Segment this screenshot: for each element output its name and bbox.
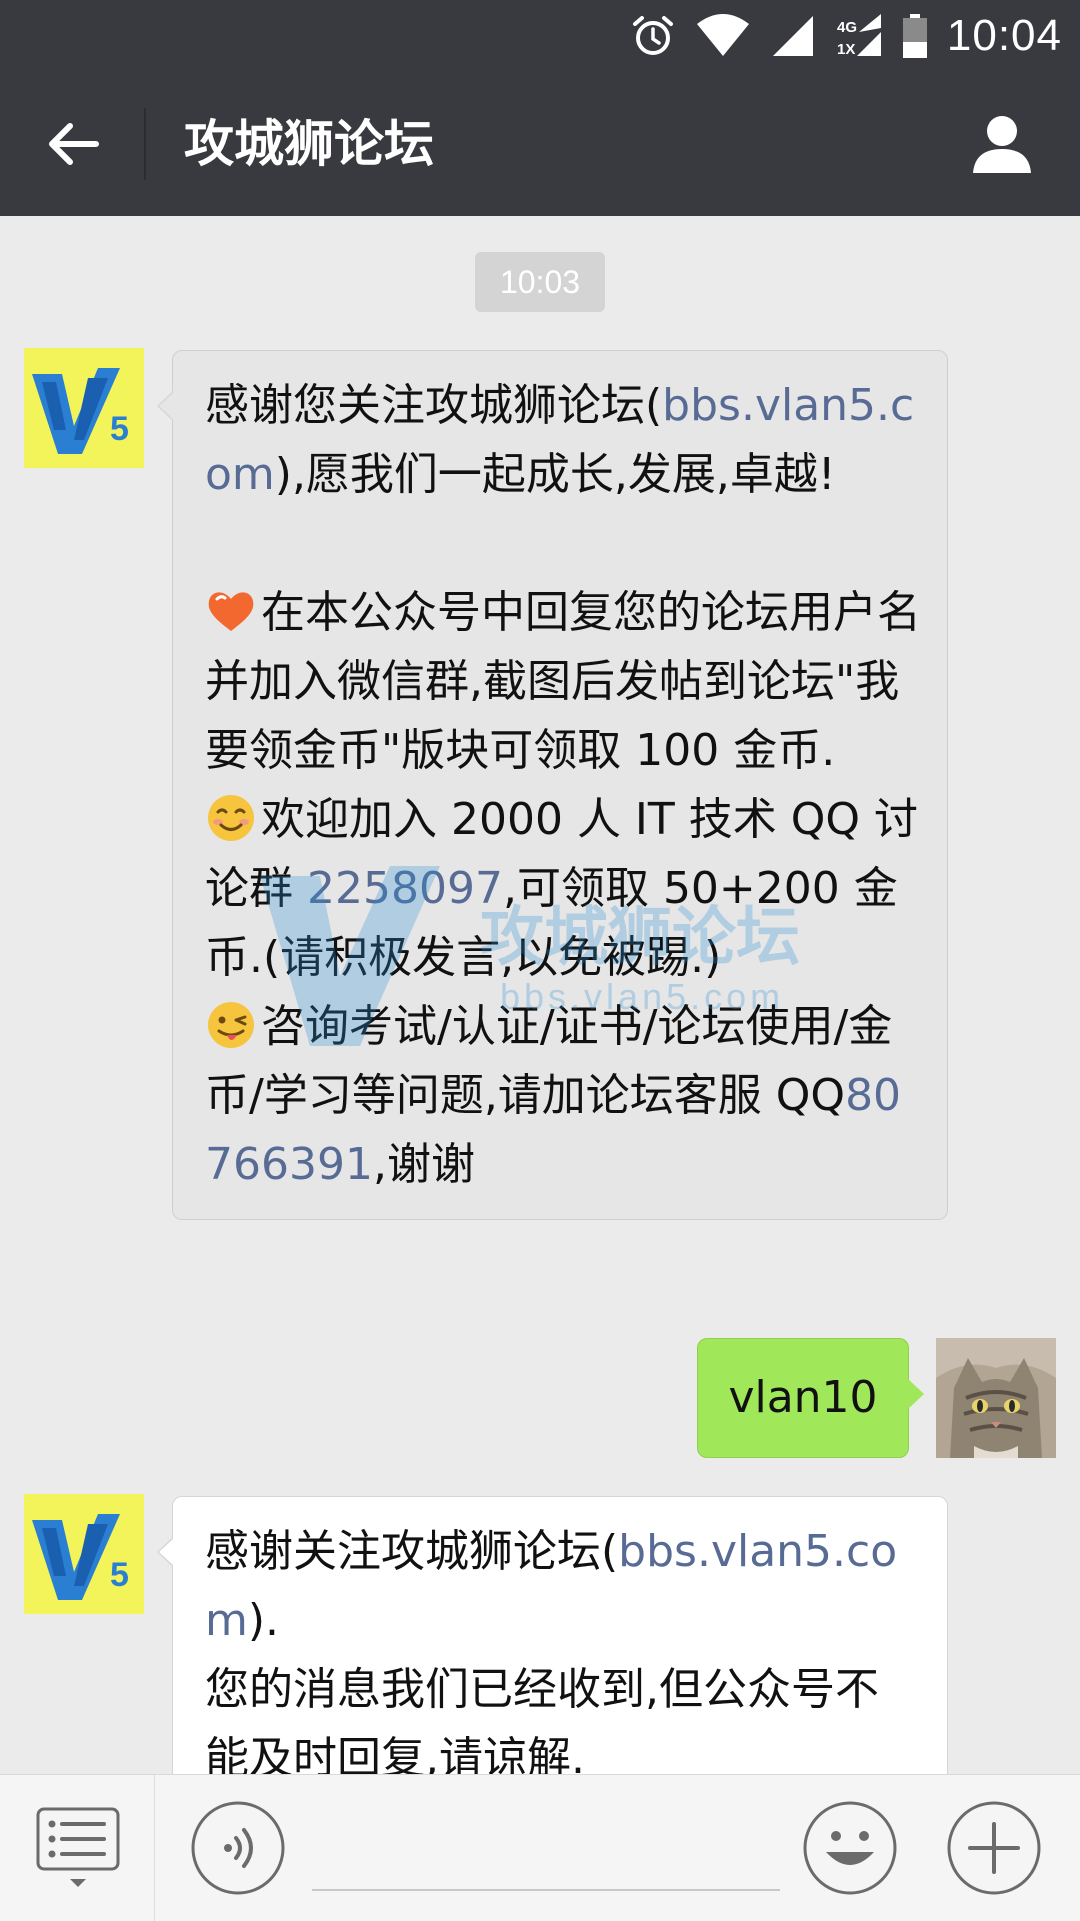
wifi-icon xyxy=(696,14,749,56)
person-icon xyxy=(973,116,1031,173)
v5-logo-icon: 5 xyxy=(24,348,144,468)
bottom-input-bar xyxy=(0,1774,1080,1921)
more-button[interactable] xyxy=(946,1800,1042,1896)
cat-avatar-icon xyxy=(936,1338,1056,1458)
message-input[interactable] xyxy=(312,1815,784,1887)
message-text: ),愿我们一起成长,发展,卓越! xyxy=(274,449,836,500)
svg-text:5: 5 xyxy=(110,410,129,448)
smiley-blush-icon xyxy=(208,795,254,841)
input-underline xyxy=(312,1889,780,1891)
status-bar: 4G 1X 10:04 xyxy=(0,0,1080,72)
network-bottom-label: 1X xyxy=(837,41,855,58)
message-bubble[interactable]: 感谢您关注攻城狮论坛(bbs.vlan5.com),愿我们一起成长,发展,卓越!… xyxy=(157,350,948,1220)
message-paragraph: 欢迎加入 2000 人 IT 技术 QQ 讨论群 2258097,可领取 50+… xyxy=(205,785,921,992)
message-paragraph: 在本公众号中回复您的论坛用户名并加入微信群,截图后发帖到论坛"我要领金币"版块可… xyxy=(205,578,921,785)
profile-button[interactable] xyxy=(964,106,1040,182)
message-paragraph: 咨询考试/认证/证书/论坛使用/金币/学习等问题,请加论坛客服 QQ807663… xyxy=(205,992,921,1199)
back-arrow-icon xyxy=(49,123,99,165)
bottom-divider xyxy=(154,1775,155,1921)
message-text: 感谢关注攻城狮论坛( xyxy=(205,1526,619,1577)
menu-list-icon xyxy=(36,1807,120,1887)
plus-icon xyxy=(947,1801,1041,1895)
heart-icon xyxy=(208,592,254,631)
smiley-icon xyxy=(803,1801,897,1895)
emoji-button[interactable] xyxy=(802,1800,898,1896)
voice-icon xyxy=(191,1801,285,1895)
message-text: 在本公众号中回复您的论坛用户名并加入微信群,截图后发帖到论坛"我要领金币"版块可… xyxy=(205,587,921,776)
page-title: 攻城狮论坛 xyxy=(184,115,434,173)
network-top-label: 4G xyxy=(837,19,857,36)
voice-button[interactable] xyxy=(190,1800,286,1896)
message-text: vlan10 xyxy=(728,1372,878,1423)
back-button[interactable] xyxy=(30,106,114,182)
message-text: 感谢您关注攻城狮论坛( xyxy=(205,380,663,431)
message-text: ). xyxy=(247,1595,280,1646)
message-paragraph: 感谢关注攻城狮论坛(bbs.vlan5.com). xyxy=(205,1517,921,1655)
outgoing-message-bubble[interactable]: vlan10 xyxy=(697,1338,924,1458)
sender-avatar[interactable]: 5 xyxy=(24,1494,144,1614)
status-icons: 4G 1X 10:04 xyxy=(629,8,1062,64)
message-bubble[interactable]: 感谢关注攻城狮论坛(bbs.vlan5.com). 您的消息我们已经收到,但公众… xyxy=(157,1496,948,1774)
message-text: 咨询考试/认证/证书/论坛使用/金币/学习等问题,请加论坛客服 QQ xyxy=(205,1001,893,1121)
my-avatar[interactable] xyxy=(936,1338,1056,1458)
message-text: ,谢谢 xyxy=(372,1139,475,1190)
message-paragraph: 感谢您关注攻城狮论坛(bbs.vlan5.com),愿我们一起成长,发展,卓越! xyxy=(205,371,921,509)
title-bar: 攻城狮论坛 xyxy=(0,72,1080,216)
chat-area[interactable]: 10:03 5 感谢您关注攻城狮论坛(bbs.vlan5.com),愿我们一起成… xyxy=(0,216,1080,1774)
signal-icon xyxy=(772,16,813,56)
message-link[interactable]: 2258097 xyxy=(307,863,503,914)
message-paragraph: 您的消息我们已经收到,但公众号不能及时回复,请谅解. xyxy=(205,1664,879,1774)
smiley-wink-tongue-icon xyxy=(208,1002,254,1048)
network-type-icon: 4G 1X xyxy=(837,14,881,58)
sender-avatar[interactable]: 5 xyxy=(24,348,144,468)
status-time: 10:04 xyxy=(946,11,1062,60)
battery-icon xyxy=(902,14,927,58)
alarm-icon xyxy=(632,16,673,55)
svg-text:5: 5 xyxy=(110,1556,129,1594)
title-divider xyxy=(144,108,146,180)
v5-logo-icon: 5 xyxy=(24,1494,144,1614)
menu-button[interactable] xyxy=(36,1807,120,1887)
message-timestamp: 10:03 xyxy=(475,252,605,312)
